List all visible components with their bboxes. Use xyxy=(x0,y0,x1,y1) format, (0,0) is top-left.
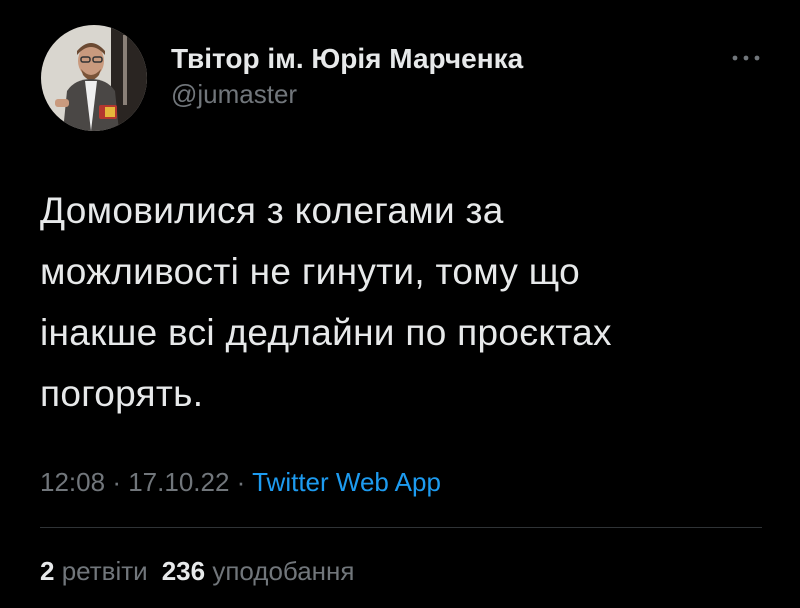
more-options-button[interactable] xyxy=(726,46,766,70)
author-block: Твітор ім. Юрія Марченка @jumaster xyxy=(171,42,523,110)
meta-separator: · xyxy=(236,467,246,497)
retweets-stat[interactable]: 2 ретвіти xyxy=(40,554,148,588)
likes-count: 236 xyxy=(161,556,206,586)
likes-label: уподобання xyxy=(212,556,355,586)
likes-stat[interactable]: 236 уподобання xyxy=(162,554,355,588)
tweet-source-link[interactable]: Twitter Web App xyxy=(252,467,441,497)
retweets-count: 2 xyxy=(40,556,55,586)
tweet-date[interactable]: 17.10.22 xyxy=(128,467,229,497)
meta-separator: · xyxy=(112,467,121,497)
tweet-time[interactable]: 12:08 xyxy=(40,467,105,497)
retweets-label: ретвіти xyxy=(61,556,148,586)
author-handle[interactable]: @jumaster xyxy=(171,78,523,110)
profile-photo-icon xyxy=(41,25,147,131)
tweet-stats: 2 ретвіти 236 уподобання xyxy=(40,554,368,588)
ellipsis-icon xyxy=(732,55,760,61)
tweet: Твітор ім. Юрія Марченка @jumaster Домов… xyxy=(0,0,800,608)
divider xyxy=(40,527,762,528)
author-display-name[interactable]: Твітор ім. Юрія Марченка xyxy=(171,42,523,76)
tweet-meta: 12:08 · 17.10.22 · Twitter Web App xyxy=(40,465,441,499)
tweet-text: Домовилися з колегами за можливості не г… xyxy=(40,190,612,414)
avatar[interactable] xyxy=(41,25,147,131)
